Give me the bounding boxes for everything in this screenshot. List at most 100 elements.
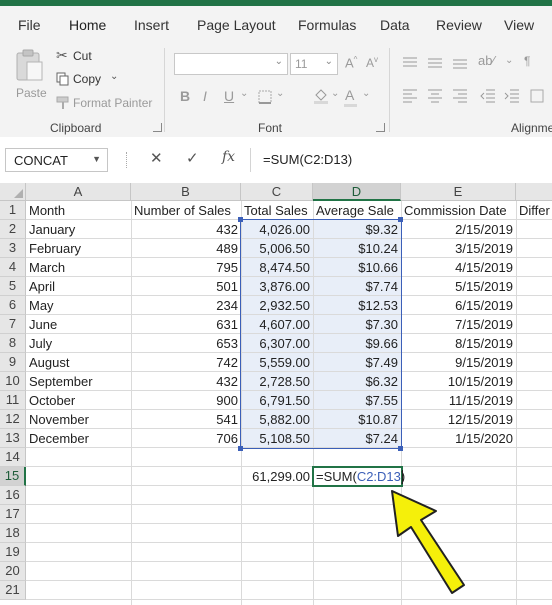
row-header-16[interactable]: 16 <box>0 486 26 505</box>
cell-e7[interactable]: 7/15/2019 <box>401 315 516 334</box>
fill-color-icon[interactable] <box>313 87 329 105</box>
fill-color-dropdown-icon[interactable]: ⌄ <box>331 88 339 99</box>
row-header-4[interactable]: 4 <box>0 258 26 277</box>
orientation-icon[interactable]: ab⁄ <box>478 53 495 68</box>
cell-a3[interactable]: February <box>26 239 131 258</box>
cell-a13[interactable]: December <box>26 429 131 448</box>
formula-input[interactable]: =SUM(C2:D13) <box>250 148 552 172</box>
row-header-13[interactable]: 13 <box>0 429 26 448</box>
column-header-a[interactable]: A <box>26 183 131 201</box>
range-handle[interactable] <box>398 217 403 222</box>
cell-a11[interactable]: October <box>26 391 131 410</box>
underline-dropdown-icon[interactable]: ⌄ <box>240 88 248 99</box>
spreadsheet-grid[interactable]: A B C D E 1 2 3 4 5 6 7 8 9 10 11 12 13 14 15 16 17 18 19 2… <box>0 183 552 605</box>
borders-icon[interactable] <box>258 90 272 104</box>
cell-b12[interactable]: 541 <box>131 410 241 429</box>
formula-bar-grip[interactable] <box>126 152 129 168</box>
copy-button[interactable]: Copy <box>73 72 101 86</box>
increase-indent-icon[interactable] <box>504 89 520 103</box>
cell-a5[interactable]: April <box>26 277 131 296</box>
cell-e9[interactable]: 9/15/2019 <box>401 353 516 372</box>
row-header-20[interactable]: 20 <box>0 562 26 581</box>
cell-a7[interactable]: June <box>26 315 131 334</box>
tab-data[interactable]: Data <box>380 17 410 33</box>
row-header-15[interactable]: 15 <box>0 467 26 486</box>
row-header-5[interactable]: 5 <box>0 277 26 296</box>
range-handle[interactable] <box>238 217 243 222</box>
format-painter-icon[interactable] <box>56 96 70 110</box>
align-bottom-icon[interactable] <box>452 57 468 69</box>
cell-b2[interactable]: 432 <box>131 220 241 239</box>
row-header-19[interactable]: 19 <box>0 543 26 562</box>
cell-b5[interactable]: 501 <box>131 277 241 296</box>
row-header-14[interactable]: 14 <box>0 448 26 467</box>
select-all-button[interactable] <box>0 183 26 201</box>
cell-b4[interactable]: 795 <box>131 258 241 277</box>
align-center-icon[interactable] <box>427 89 443 103</box>
cell-f1[interactable]: Differ <box>516 201 552 220</box>
underline-button[interactable]: U <box>224 88 234 104</box>
cell-a9[interactable]: August <box>26 353 131 372</box>
cell-a4[interactable]: March <box>26 258 131 277</box>
orientation-dropdown-icon[interactable]: ⌄ <box>505 55 513 66</box>
row-header-21[interactable]: 21 <box>0 581 26 600</box>
cell-e5[interactable]: 5/15/2019 <box>401 277 516 296</box>
decrease-indent-icon[interactable] <box>480 89 496 103</box>
cell-b13[interactable]: 706 <box>131 429 241 448</box>
row-header-11[interactable]: 11 <box>0 391 26 410</box>
cell-e6[interactable]: 6/15/2019 <box>401 296 516 315</box>
cell-a8[interactable]: July <box>26 334 131 353</box>
insert-function-icon[interactable]: fx <box>222 149 235 165</box>
align-middle-icon[interactable] <box>427 57 443 69</box>
cell-a10[interactable]: September <box>26 372 131 391</box>
cell-a12[interactable]: November <box>26 410 131 429</box>
row-header-2[interactable]: 2 <box>0 220 26 239</box>
column-header-e[interactable]: E <box>401 183 516 201</box>
cell-c15[interactable]: 61,299.00 <box>241 467 313 486</box>
wrap-text-icon[interactable]: ¶ <box>524 54 530 68</box>
clipboard-launcher-icon[interactable] <box>153 123 162 132</box>
tab-review[interactable]: Review <box>436 17 482 33</box>
cell-b1[interactable]: Number of Sales <box>131 201 241 220</box>
scissors-icon[interactable]: ✂ <box>56 47 68 64</box>
tab-home[interactable]: Home <box>69 17 106 33</box>
cell-b9[interactable]: 742 <box>131 353 241 372</box>
cell-e13[interactable]: 1/15/2020 <box>401 429 516 448</box>
row-header-1[interactable]: 1 <box>0 201 26 220</box>
row-header-9[interactable]: 9 <box>0 353 26 372</box>
row-header-10[interactable]: 10 <box>0 372 26 391</box>
enter-icon[interactable]: ✓ <box>186 149 199 167</box>
row-header-17[interactable]: 17 <box>0 505 26 524</box>
range-handle[interactable] <box>398 446 403 451</box>
tab-view[interactable]: View <box>504 17 534 33</box>
column-header-c[interactable]: C <box>241 183 313 201</box>
font-launcher-icon[interactable] <box>376 123 385 132</box>
cell-b7[interactable]: 631 <box>131 315 241 334</box>
cell-e12[interactable]: 12/15/2019 <box>401 410 516 429</box>
cell-a1[interactable]: Month <box>26 201 131 220</box>
cell-e11[interactable]: 11/15/2019 <box>401 391 516 410</box>
grow-font-icon[interactable]: A^ <box>345 55 357 70</box>
cell-e4[interactable]: 4/15/2019 <box>401 258 516 277</box>
cell-a2[interactable]: January <box>26 220 131 239</box>
cell-b3[interactable]: 489 <box>131 239 241 258</box>
copy-icon[interactable] <box>56 72 70 86</box>
row-header-3[interactable]: 3 <box>0 239 26 258</box>
font-color-icon[interactable]: A <box>345 87 354 103</box>
copy-dropdown-icon[interactable]: ⌄ <box>110 71 118 82</box>
bold-button[interactable]: B <box>180 88 190 104</box>
cell-e1[interactable]: Commission Date <box>401 201 516 220</box>
row-header-7[interactable]: 7 <box>0 315 26 334</box>
align-top-icon[interactable] <box>402 57 418 69</box>
borders-dropdown-icon[interactable]: ⌄ <box>276 88 284 99</box>
cell-e2[interactable]: 2/15/2019 <box>401 220 516 239</box>
italic-button[interactable]: I <box>203 88 207 104</box>
cell-b11[interactable]: 900 <box>131 391 241 410</box>
column-header-b[interactable]: B <box>131 183 241 201</box>
range-handle[interactable] <box>238 446 243 451</box>
merge-center-icon[interactable] <box>530 89 544 103</box>
row-header-18[interactable]: 18 <box>0 524 26 543</box>
column-header-d[interactable]: D <box>313 183 401 201</box>
cut-button[interactable]: Cut <box>73 49 92 63</box>
cell-e10[interactable]: 10/15/2019 <box>401 372 516 391</box>
